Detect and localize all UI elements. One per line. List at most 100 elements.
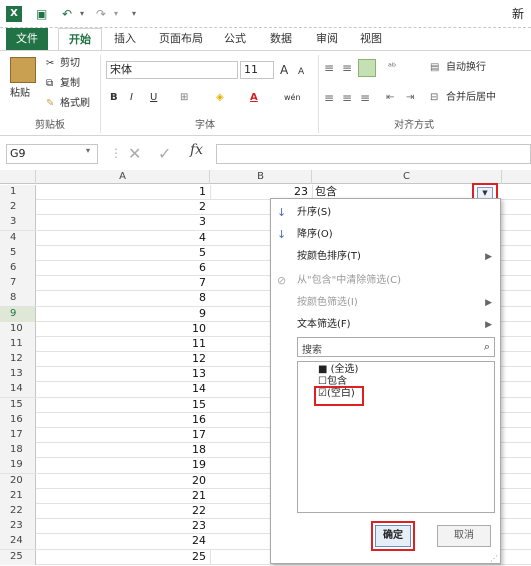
row-header[interactable]: 5 — [0, 245, 36, 261]
menu-item-sort-desc[interactable]: ↓ 降序(O) — [271, 225, 500, 245]
formula-input[interactable] — [216, 144, 531, 164]
row-header[interactable]: 22 — [0, 503, 36, 519]
tab-insert[interactable]: 插入 — [108, 28, 142, 50]
tab-review[interactable]: 审阅 — [310, 28, 344, 50]
row-header[interactable]: 11 — [0, 336, 36, 352]
tab-page-layout[interactable]: 页面布局 — [152, 28, 210, 50]
merge-center-button[interactable]: 合并后居中 — [446, 89, 496, 107]
align-bottom-icon[interactable] — [358, 59, 376, 77]
column-header-c[interactable]: C — [312, 170, 502, 184]
font-size-select[interactable]: 11 — [240, 61, 274, 79]
wrap-text-icon[interactable]: ▤ — [430, 59, 439, 77]
menu-item-text-filter[interactable]: 文本筛选(F) ▶ — [271, 315, 500, 335]
row-header[interactable]: 24 — [0, 534, 36, 550]
cancel-icon[interactable]: ✕ — [128, 144, 141, 163]
undo-dropdown-icon[interactable]: ▾ — [80, 6, 90, 22]
row-header[interactable]: 6 — [0, 260, 36, 276]
align-center-icon[interactable]: ≡ — [342, 89, 352, 107]
row-header[interactable]: 12 — [0, 352, 36, 368]
format-painter-button[interactable]: 格式刷 — [60, 95, 90, 113]
row-header[interactable]: 25 — [0, 549, 36, 565]
row-header[interactable]: 21 — [0, 488, 36, 504]
cut-icon[interactable]: ✂ — [46, 55, 54, 73]
font-color-button[interactable]: A — [250, 89, 258, 107]
orientation-icon[interactable]: ᵃᵇ — [388, 59, 396, 77]
row-header[interactable]: 13 — [0, 367, 36, 383]
paste-icon[interactable] — [10, 57, 36, 83]
cell-a[interactable]: 16 — [36, 413, 210, 427]
cell-a[interactable]: 6 — [36, 261, 210, 275]
resize-grip-icon[interactable]: ⋰ — [490, 554, 498, 563]
name-box-dropdown-icon[interactable]: ▾ — [86, 146, 90, 155]
row-header[interactable]: 8 — [0, 291, 36, 307]
copy-button[interactable]: 复制 — [60, 75, 80, 93]
row-header[interactable]: 3 — [0, 215, 36, 231]
cell-a[interactable]: 4 — [36, 231, 210, 245]
cell-a[interactable]: 9 — [36, 307, 210, 321]
cell-a[interactable]: 13 — [36, 367, 210, 381]
cell-a[interactable]: 22 — [36, 504, 210, 518]
cell-a[interactable]: 10 — [36, 322, 210, 336]
cut-button[interactable]: 剪切 — [60, 55, 80, 73]
checkbox-partial-icon[interactable]: ■ — [318, 364, 327, 375]
row-header[interactable]: 10 — [0, 321, 36, 337]
column-header-b[interactable]: B — [210, 170, 312, 184]
name-box[interactable]: G9 — [6, 144, 98, 164]
wrap-text-button[interactable]: 自动换行 — [446, 59, 486, 77]
menu-item-sort-by-color[interactable]: 按颜色排序(T) ▶ — [271, 247, 500, 267]
cell-b[interactable]: 23 — [210, 185, 312, 199]
cell-a[interactable]: 12 — [36, 352, 210, 366]
tab-formulas[interactable]: 公式 — [218, 28, 252, 50]
enter-icon[interactable]: ✓ — [158, 144, 171, 163]
tab-view[interactable]: 视图 — [354, 28, 388, 50]
row-header[interactable]: 4 — [0, 230, 36, 246]
cell-a[interactable]: 1 — [36, 185, 210, 199]
list-item-select-all[interactable]: ■ (全选) — [318, 364, 358, 376]
row-header[interactable]: 15 — [0, 397, 36, 413]
font-name-select[interactable]: 宋体 — [106, 61, 238, 79]
undo-icon[interactable]: ↶ — [62, 6, 76, 22]
ok-button[interactable]: 确定 — [375, 525, 411, 547]
search-input[interactable]: 搜索 — [302, 341, 322, 356]
cell-a[interactable]: 19 — [36, 458, 210, 472]
increase-indent-icon[interactable]: ⇥ — [406, 89, 414, 107]
select-all-corner[interactable] — [0, 170, 36, 184]
row-header[interactable]: 23 — [0, 519, 36, 535]
row-header[interactable]: 9 — [0, 306, 36, 322]
menu-item-sort-asc[interactable]: ↓ 升序(S) — [271, 203, 500, 223]
row-header[interactable]: 16 — [0, 412, 36, 428]
cell-a[interactable]: 25 — [36, 550, 210, 564]
align-right-icon[interactable]: ≡ — [360, 89, 370, 107]
align-middle-icon[interactable]: ≡ — [342, 59, 352, 77]
insert-function-icon[interactable]: fx — [190, 142, 203, 158]
save-icon[interactable]: ▣ — [36, 6, 50, 22]
cell-a[interactable]: 18 — [36, 443, 210, 457]
tab-home[interactable]: 开始 — [58, 28, 102, 50]
row-header[interactable]: 14 — [0, 382, 36, 398]
search-box[interactable]: 搜索 ⌕ — [297, 337, 495, 357]
format-painter-icon[interactable]: ✎ — [46, 95, 54, 113]
row-header[interactable]: 1 — [0, 185, 36, 200]
cell-a[interactable]: 24 — [36, 534, 210, 548]
fill-color-icon[interactable]: ◈ — [216, 89, 224, 107]
cell-a[interactable]: 14 — [36, 382, 210, 396]
cell-a[interactable]: 21 — [36, 489, 210, 503]
redo-icon[interactable]: ↷ — [96, 6, 110, 22]
shrink-font-button[interactable]: A — [298, 63, 304, 81]
grow-font-button[interactable]: A — [280, 61, 288, 79]
cell-a[interactable]: 15 — [36, 398, 210, 412]
cell-a[interactable]: 11 — [36, 337, 210, 351]
row-header[interactable]: 7 — [0, 276, 36, 292]
row-header[interactable]: 2 — [0, 200, 36, 216]
underline-button[interactable]: U — [150, 89, 157, 107]
row-header[interactable]: 17 — [0, 428, 36, 443]
column-header-a[interactable]: A — [36, 170, 210, 184]
cell-a[interactable]: 2 — [36, 200, 210, 214]
italic-button[interactable]: I — [130, 89, 133, 107]
border-icon[interactable]: ⊞ — [180, 89, 188, 107]
phonetic-button[interactable]: wén — [284, 89, 301, 107]
cell-a[interactable]: 17 — [36, 428, 210, 442]
row-header[interactable]: 20 — [0, 473, 36, 489]
cell-a[interactable]: 23 — [36, 519, 210, 533]
tab-data[interactable]: 数据 — [264, 28, 298, 50]
